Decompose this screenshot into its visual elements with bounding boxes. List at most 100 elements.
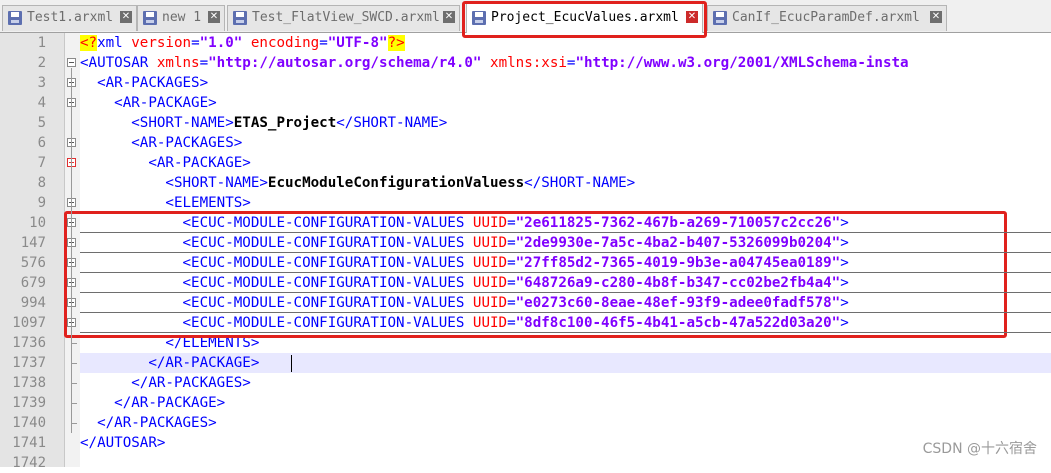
code-token: <? — [80, 35, 98, 51]
line-number: 5 — [37, 115, 46, 131]
close-icon[interactable]: ✕ — [930, 11, 942, 23]
code-token: > — [840, 275, 849, 291]
code-token: <SHORT-NAME> — [165, 175, 268, 191]
code-token: = — [507, 315, 516, 331]
code-token: = — [507, 215, 516, 231]
file-icon — [233, 11, 247, 25]
code-line[interactable]: <ECUC-MODULE-CONFIGURATION-VALUES UUID="… — [80, 273, 849, 293]
code-line[interactable]: <AR-PACKAGE> — [80, 153, 251, 173]
close-icon[interactable]: ✕ — [208, 11, 220, 23]
code-token: <ECUC-MODULE-CONFIGURATION-VALUES — [182, 315, 473, 331]
code-token: </ELEMENTS> — [165, 335, 260, 351]
line-number: 1741 — [12, 435, 46, 451]
tab-4[interactable]: Project_EcucValues.arxml ✕ — [466, 3, 703, 33]
code-token: version — [131, 35, 192, 51]
file-icon — [8, 11, 22, 25]
code-token: xml — [97, 35, 132, 51]
tab-2[interactable]: new 1 ✕ — [137, 5, 225, 31]
fold-collapse-icon[interactable] — [67, 58, 76, 67]
code-line[interactable]: <?xml version="1.0" encoding="UTF-8"?> — [80, 33, 405, 53]
code-token: </AUTOSAR> — [80, 435, 166, 451]
line-number: 1740 — [12, 415, 46, 431]
code-line[interactable]: <ECUC-MODULE-CONFIGURATION-VALUES UUID="… — [80, 253, 849, 273]
close-icon[interactable]: ✕ — [120, 11, 132, 23]
code-token: </SHORT-NAME> — [336, 115, 448, 131]
line-number: 1 — [37, 35, 46, 51]
code-line[interactable]: </AR-PACKAGE> — [80, 393, 225, 413]
line-number: 1738 — [12, 375, 46, 391]
line-number: 994 — [20, 295, 46, 311]
tab-label: CanIf_EcucParamDef.arxml — [732, 10, 920, 25]
code-token: <ECUC-MODULE-CONFIGURATION-VALUES — [182, 215, 473, 231]
line-number-gutter: 1 2 3 4 5 6 7 8 9 10 147 576 679 994 1097 1736 1737 1738 1… — [0, 33, 65, 471]
file-icon — [713, 11, 727, 25]
collapsed-block-separator — [80, 292, 1051, 293]
tab-label: Project_EcucValues.arxml — [491, 10, 679, 25]
code-line[interactable]: </ELEMENTS> — [80, 333, 259, 353]
collapsed-block-separator — [80, 232, 1051, 233]
code-line[interactable]: <AR-PACKAGES> — [80, 133, 242, 153]
close-icon[interactable]: ✕ — [443, 11, 455, 23]
code-token: EcucModuleConfigurationValuess — [267, 175, 525, 191]
code-token: = — [507, 295, 516, 311]
line-number: 10 — [29, 215, 46, 231]
code-line[interactable]: <SHORT-NAME>ETAS_Project</SHORT-NAME> — [80, 113, 447, 133]
code-line[interactable]: <ECUC-MODULE-CONFIGURATION-VALUES UUID="… — [80, 233, 849, 253]
code-token: <AR-PACKAGES> — [97, 75, 209, 91]
line-number: 9 — [37, 195, 46, 211]
fold-end-marker — [71, 403, 77, 404]
code-line[interactable]: <ECUC-MODULE-CONFIGURATION-VALUES UUID="… — [80, 213, 849, 233]
code-line[interactable]: <AUTOSAR xmlns="http://autosar.org/schem… — [80, 53, 909, 73]
tab-1[interactable]: Test1.arxml ✕ — [2, 5, 137, 31]
line-number: 1097 — [12, 315, 46, 331]
code-token: "1.0" — [199, 35, 243, 51]
code-token: UUID — [472, 235, 508, 251]
fold-end-marker — [71, 383, 77, 384]
code-token: "27ff85d2-7365-4019-9b3e-a04745ea0189" — [515, 255, 841, 271]
code-token: "e0273c60-8eae-48ef-93f9-adee0fadf578" — [515, 295, 841, 311]
code-line[interactable]: <AR-PACKAGE> — [80, 93, 217, 113]
code-line[interactable]: </AR-PACKAGE> — [80, 353, 259, 373]
line-number: 679 — [20, 275, 46, 291]
close-icon[interactable]: ✕ — [686, 11, 698, 23]
code-line[interactable]: </AR-PACKAGES> — [80, 373, 251, 393]
code-token: UUID — [472, 295, 508, 311]
code-token: <ECUC-MODULE-CONFIGURATION-VALUES — [182, 295, 473, 311]
code-token: > — [840, 255, 849, 271]
line-number: 8 — [37, 175, 46, 191]
code-token: "http://autosar.org/schema/r4.0" — [208, 55, 482, 71]
code-token: encoding — [250, 35, 320, 51]
code-line[interactable]: </AUTOSAR> — [80, 433, 165, 453]
code-line[interactable]: <ECUC-MODULE-CONFIGURATION-VALUES UUID="… — [80, 293, 849, 313]
tab-5[interactable]: CanIf_EcucParamDef.arxml ✕ — [707, 5, 947, 31]
code-token: "http://www.w3.org/2001/XMLSchema-insta — [575, 55, 909, 71]
line-number: 7 — [37, 155, 46, 171]
editor[interactable]: 1 2 3 4 5 6 7 8 9 10 147 576 679 994 1097 1736 1737 1738 1… — [0, 33, 1051, 471]
tab-bar: Test1.arxml ✕ new 1 ✕ Test_FlatView_SWCD.arx… — [0, 0, 1051, 33]
code-token: = — [199, 55, 209, 71]
code-token: > — [840, 235, 849, 251]
code-line[interactable]: <SHORT-NAME>EcucModuleConfigurationValue… — [80, 173, 635, 193]
code-token: xmlns — [156, 55, 200, 71]
code-token: UUID — [472, 275, 508, 291]
code-token: UUID — [472, 315, 508, 331]
code-line[interactable]: <AR-PACKAGES> — [80, 73, 208, 93]
file-icon — [143, 11, 157, 25]
code-token: <AUTOSAR — [80, 55, 157, 71]
tab-3[interactable]: Test_FlatView_SWCD.arxml ✕ — [227, 5, 460, 31]
code-line[interactable]: </AR-PACKAGES> — [80, 413, 217, 433]
code-line[interactable]: <ECUC-MODULE-CONFIGURATION-VALUES UUID="… — [80, 313, 849, 333]
code-line[interactable]: <ELEMENTS> — [80, 193, 250, 213]
